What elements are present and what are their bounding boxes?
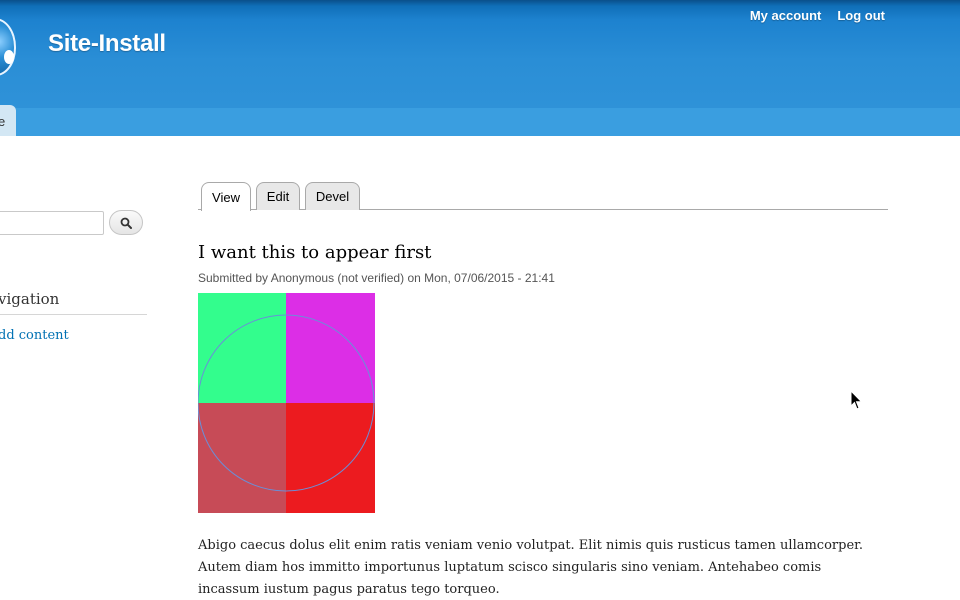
drupal-logo-icon[interactable]	[0, 18, 16, 76]
my-account-link[interactable]: My account	[750, 8, 822, 23]
page-title: I want this to appear first	[198, 242, 432, 263]
search-input[interactable]	[0, 211, 104, 235]
site-header: Site-Install My account Log out e	[0, 0, 960, 136]
add-content-link[interactable]: dd content	[0, 328, 69, 343]
tab-view[interactable]: View	[201, 182, 251, 211]
secondary-menu: My account Log out	[750, 8, 885, 23]
mouse-cursor-icon	[850, 390, 863, 410]
navigation-block-title: vigation	[0, 290, 147, 315]
image-quadrant-top-right	[286, 293, 375, 403]
tab-devel[interactable]: Devel	[305, 182, 360, 210]
image-quadrant-top-left	[198, 293, 286, 403]
tab-edit[interactable]: Edit	[256, 182, 300, 210]
log-out-link[interactable]: Log out	[837, 8, 885, 23]
image-quadrant-bottom-right	[286, 403, 375, 513]
tabs-baseline	[198, 209, 888, 210]
node-body: Abigo caecus dolus elit enim ratis venia…	[198, 538, 864, 597]
node-image	[198, 293, 375, 513]
submitted-info: Submitted by Anonymous (not verified) on…	[198, 271, 555, 285]
main-menu-home-tab[interactable]: e	[0, 105, 16, 136]
site-name[interactable]: Site-Install	[48, 30, 166, 58]
search-icon	[120, 217, 132, 229]
main-menu-bar	[0, 108, 960, 136]
logo-eye	[4, 50, 14, 64]
search-button[interactable]	[109, 210, 143, 235]
main-menu-tab-label: e	[0, 114, 6, 129]
image-quadrant-bottom-left	[198, 403, 286, 513]
